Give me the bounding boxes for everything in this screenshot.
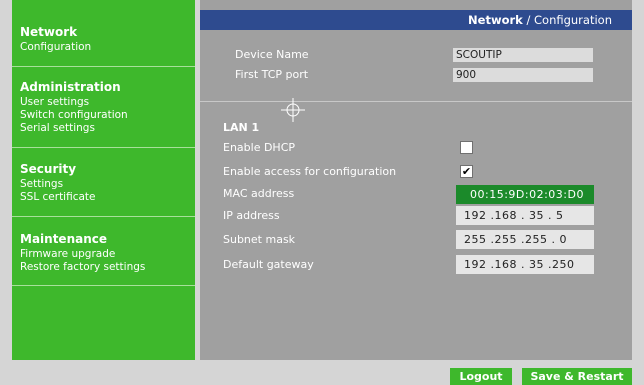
dhcp-label: Enable DHCP: [223, 141, 296, 154]
ip-address-input[interactable]: 192 .168 . 35 . 5: [456, 206, 594, 225]
sidebar-divider: [12, 147, 195, 148]
breadcrumb-page: Configuration: [534, 13, 612, 27]
section-divider: [200, 101, 632, 102]
subnet-mask-label: Subnet mask: [223, 233, 296, 246]
breadcrumb: Network / Configuration: [200, 10, 632, 30]
breadcrumb-section[interactable]: Network: [468, 13, 523, 27]
sidebar-section-security: Security Settings SSL certificate: [12, 162, 195, 204]
sidebar-heading-administration: Administration: [20, 80, 121, 94]
logout-button[interactable]: Logout: [450, 368, 512, 385]
sidebar-heading-maintenance: Maintenance: [20, 232, 108, 246]
crosshair-icon: [281, 98, 305, 122]
sidebar-divider: [12, 285, 195, 286]
sidebar-item-serial-settings[interactable]: Serial settings: [12, 122, 195, 135]
ip-address-label: IP address: [223, 209, 280, 222]
default-gateway-input[interactable]: 192 .168 . 35 .250: [456, 255, 594, 274]
sidebar-item-firmware-upgrade[interactable]: Firmware upgrade: [12, 248, 195, 261]
sidebar-section-network: Network Configuration: [12, 25, 195, 54]
sidebar-heading-security: Security: [20, 162, 77, 176]
mac-address-label: MAC address: [223, 187, 295, 200]
device-name-input[interactable]: SCOUTIP: [453, 48, 593, 62]
default-gateway-label: Default gateway: [223, 258, 314, 271]
checkmark-icon: ✔: [461, 165, 472, 178]
sidebar-item-ssl-certificate[interactable]: SSL certificate: [12, 191, 195, 204]
sidebar-divider: [12, 216, 195, 217]
dhcp-checkbox[interactable]: [460, 141, 473, 154]
sidebar-item-restore-factory-settings[interactable]: Restore factory settings: [12, 261, 195, 274]
sidebar-item-security-settings[interactable]: Settings: [12, 178, 195, 191]
main-panel: Network / Configuration Device Name SCOU…: [200, 0, 632, 360]
mac-address-value: 00:15:9D:02:03:D0: [456, 185, 594, 204]
sidebar-divider: [12, 66, 195, 67]
tcp-port-label: First TCP port: [235, 68, 309, 81]
tcp-port-input[interactable]: 900: [453, 68, 593, 82]
sidebar-item-switch-configuration[interactable]: Switch configuration: [12, 109, 195, 122]
access-config-label: Enable access for configuration: [223, 165, 397, 178]
save-restart-button[interactable]: Save & Restart: [522, 368, 632, 385]
access-config-checkbox[interactable]: ✔: [460, 165, 473, 178]
breadcrumb-separator: /: [522, 13, 534, 27]
sidebar-item-user-settings[interactable]: User settings: [12, 96, 195, 109]
sidebar-section-maintenance: Maintenance Firmware upgrade Restore fac…: [12, 232, 195, 274]
sidebar-nav: Network Configuration Administration Use…: [12, 0, 195, 360]
sidebar-section-administration: Administration User settings Switch conf…: [12, 80, 195, 135]
lan-heading: LAN 1: [223, 121, 260, 134]
device-name-label: Device Name: [235, 48, 309, 61]
sidebar-heading-network: Network: [20, 25, 78, 39]
subnet-mask-input[interactable]: 255 .255 .255 . 0: [456, 230, 594, 249]
sidebar-item-configuration[interactable]: Configuration: [12, 41, 195, 54]
breadcrumb-text: Network / Configuration: [468, 10, 612, 30]
